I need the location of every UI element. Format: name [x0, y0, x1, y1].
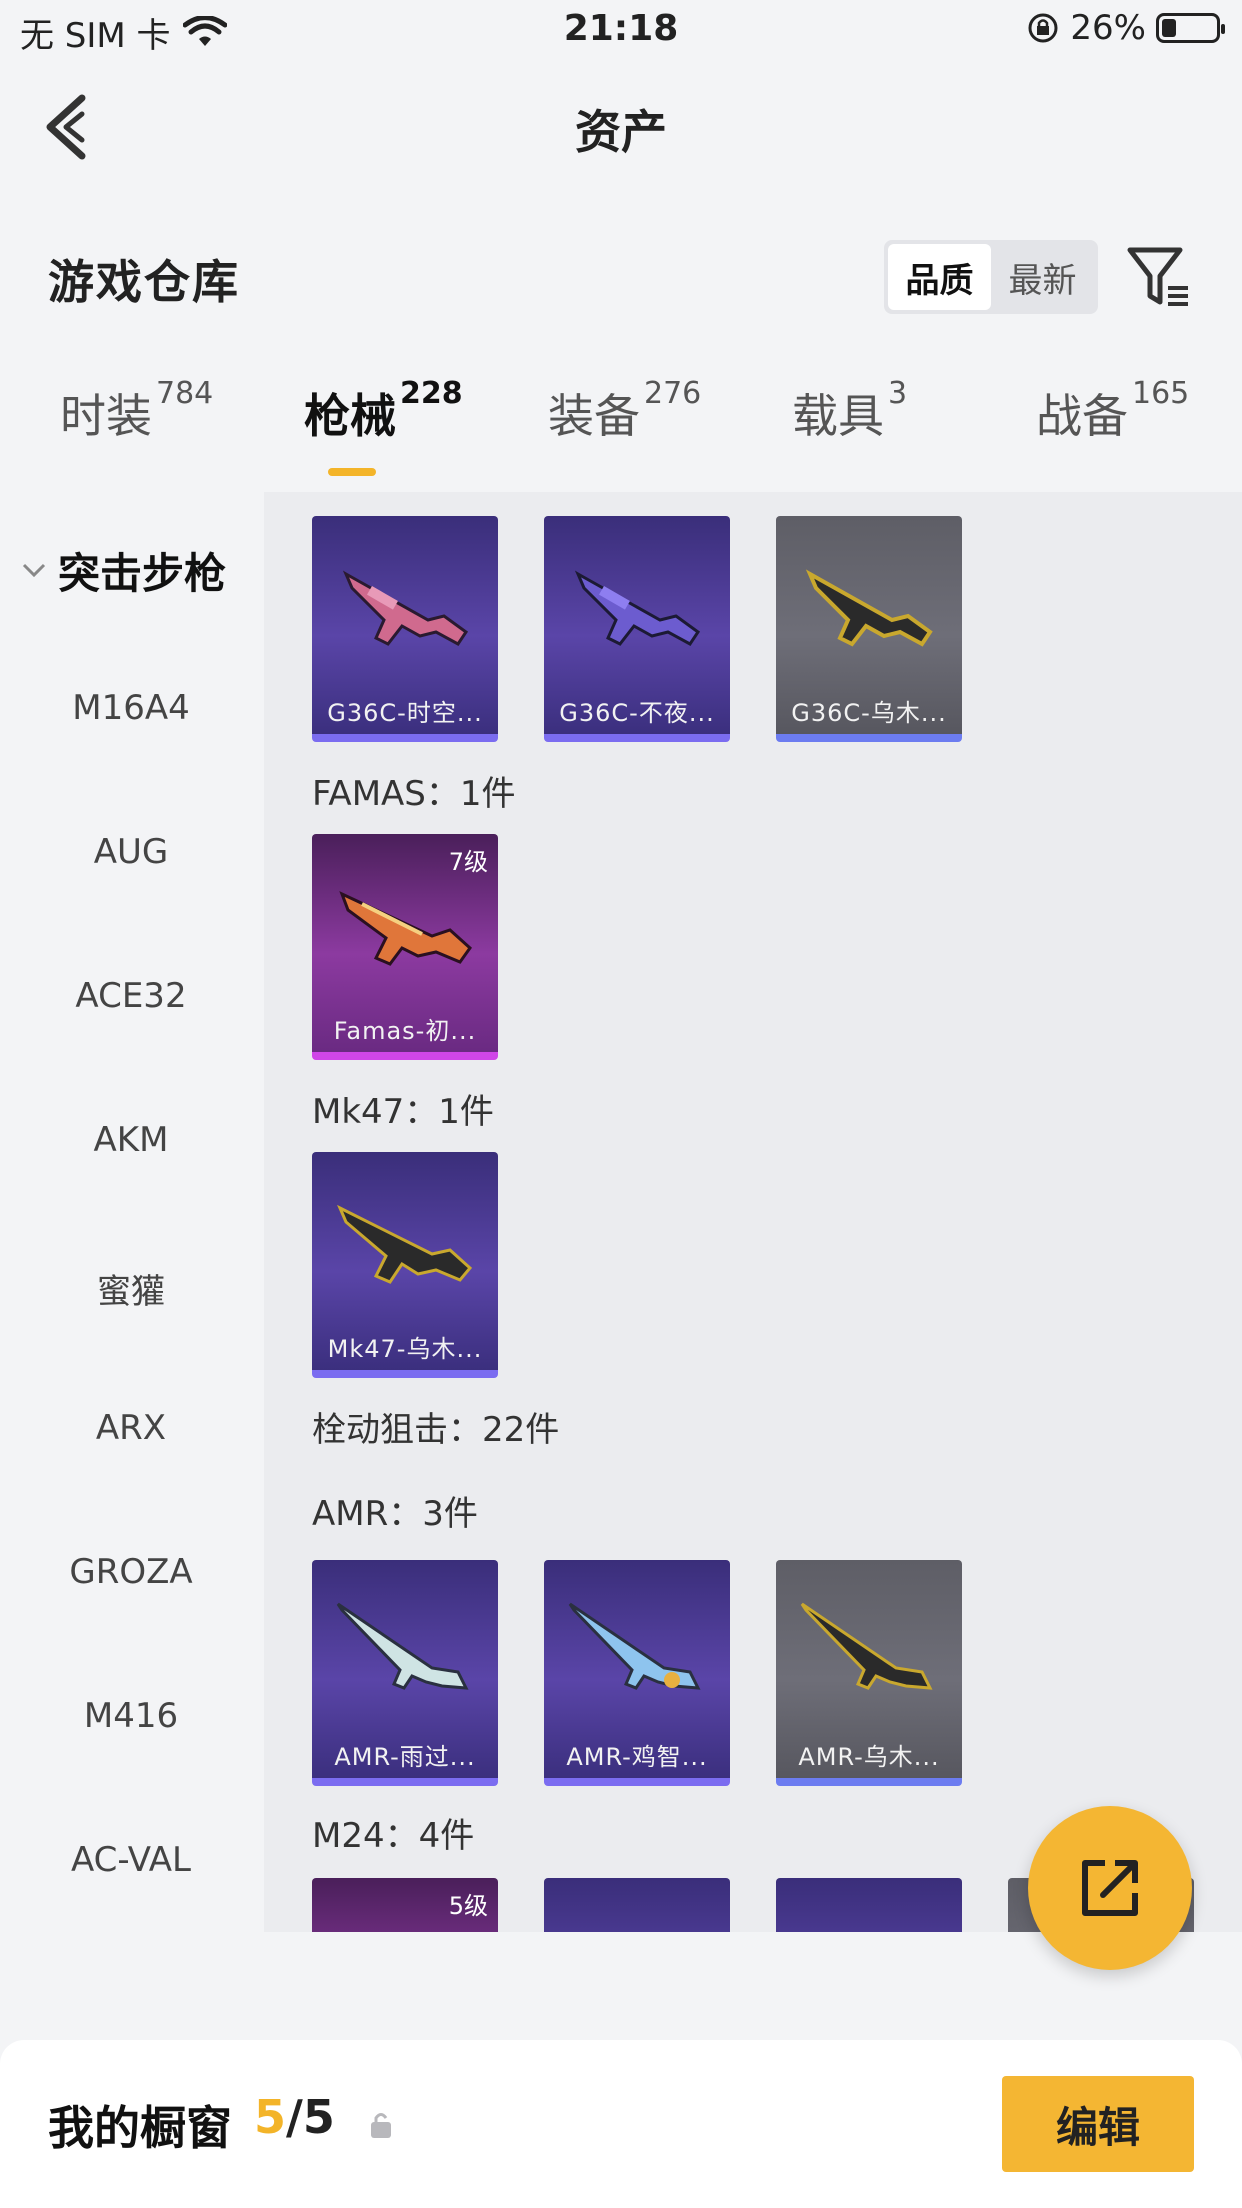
category-tabs: 时装 784 枪械 228 装备 276 载具 3 战备 165: [0, 376, 1242, 490]
weapon-name: G36C-时空...: [327, 699, 483, 727]
sidebar-item-aug[interactable]: AUG: [0, 832, 262, 872]
weapon-card[interactable]: [544, 1878, 730, 1932]
tab-equipment[interactable]: 装备 276: [548, 376, 701, 446]
rifle-icon: [339, 891, 472, 966]
rotation-lock-icon: [1028, 13, 1058, 43]
sidebar-item-honey-badger[interactable]: 蜜獾: [0, 1264, 262, 1313]
weapon-grid: G36C-时空... G36C-不夜... G36C-乌木... FAMAS：1…: [264, 492, 1242, 1932]
warehouse-header: 游戏仓库 品质 最新: [0, 230, 1242, 320]
weapon-card[interactable]: AMR-雨过...: [312, 1560, 498, 1786]
chevron-down-icon: [22, 563, 46, 577]
tab-label: 时装: [60, 389, 152, 443]
showcase-total: /5: [286, 2090, 335, 2144]
sidebar-item-arx[interactable]: ARX: [0, 1408, 262, 1448]
sidebar-group-assault-rifles[interactable]: 突击步枪: [20, 540, 226, 601]
weapon-card[interactable]: AMR-乌木...: [776, 1560, 962, 1786]
tab-count: 3: [888, 376, 908, 411]
weapon-card[interactable]: 7级 Famas-初...: [312, 834, 498, 1060]
amr-group-label: AMR：3件: [312, 1494, 478, 1534]
weapon-name: G36C-乌木...: [791, 699, 947, 727]
weapon-card[interactable]: G36C-乌木...: [776, 516, 962, 742]
share-button[interactable]: [1028, 1806, 1192, 1970]
weapon-card[interactable]: G36C-不夜...: [544, 516, 730, 742]
tab-count: 784: [156, 376, 214, 411]
sidebar-group-label: 突击步枪: [58, 549, 227, 598]
weapon-card[interactable]: AMR-鸡智...: [544, 1560, 730, 1786]
status-right: 26%: [1026, 8, 1225, 48]
showcase-bar: 我的橱窗 5/5 编辑: [0, 2040, 1242, 2208]
rifle-icon: [805, 569, 933, 647]
sniper-rifle-icon: [800, 1602, 933, 1690]
section-title: 游戏仓库: [48, 255, 240, 309]
tab-firearms[interactable]: 枪械 228: [304, 376, 463, 446]
lock-icon: [371, 2113, 391, 2138]
showcase-count: 5/5: [254, 2090, 335, 2144]
weapon-name: Famas-初...: [333, 1017, 477, 1045]
sniper-rifle-icon: [568, 1602, 701, 1690]
sniper-rifle-icon: [336, 1602, 469, 1690]
battery-icon: [1156, 13, 1225, 43]
weapon-name: AMR-乌木...: [798, 1743, 940, 1771]
sidebar-item-akm[interactable]: AKM: [0, 1120, 262, 1160]
share-icon: [1082, 1860, 1138, 1916]
page-title: 资产: [575, 105, 667, 159]
tab-label: 装备: [548, 389, 640, 443]
weapon-name: AMR-鸡智...: [566, 1743, 708, 1771]
sidebar-item-ac-val[interactable]: AC-VAL: [0, 1840, 262, 1880]
weapon-card[interactable]: [776, 1878, 962, 1932]
famas-group-label: FAMAS：1件: [312, 774, 516, 814]
weapon-name: Mk47-乌木...: [327, 1335, 483, 1363]
weapon-card[interactable]: Mk47-乌木...: [312, 1152, 498, 1378]
active-tab-indicator: [328, 468, 376, 476]
tab-fashion[interactable]: 时装 784: [60, 376, 213, 446]
weapon-name: AMR-雨过...: [334, 1743, 476, 1771]
weapon-level: 5级: [448, 1892, 488, 1920]
weapon-name: G36C-不夜...: [559, 699, 715, 727]
weapon-card[interactable]: 5级: [312, 1878, 498, 1932]
tab-label: 战备: [1036, 389, 1128, 443]
status-bar: 无 SIM 卡 21:18 26%: [0, 0, 1242, 64]
rifle-icon: [337, 1204, 473, 1284]
showcase-label: 我的橱窗: [48, 2101, 232, 2155]
sort-toggle: 品质 最新: [884, 240, 1098, 314]
nav-bar: 资产: [0, 64, 1242, 188]
sort-quality-option[interactable]: 品质: [888, 244, 991, 310]
tab-label: 载具: [792, 389, 884, 443]
sidebar-item-groza[interactable]: GROZA: [0, 1552, 262, 1592]
rifle-icon: [342, 570, 469, 646]
battery-level: [1162, 19, 1176, 37]
tab-vehicles[interactable]: 载具 3: [792, 376, 907, 446]
weapon-card[interactable]: G36C-时空...: [312, 516, 498, 742]
weapon-type-sidebar: 突击步枪 M16A4 AUG ACE32 AKM 蜜獾 ARX GROZA M4…: [0, 492, 262, 1932]
sidebar-item-ace32[interactable]: ACE32: [0, 976, 262, 1016]
m24-group-label: M24：4件: [312, 1816, 475, 1856]
tab-combat-gear[interactable]: 战备 165: [1036, 376, 1189, 446]
tab-label: 枪械: [304, 389, 396, 443]
filter-button[interactable]: [1124, 242, 1194, 312]
tab-count: 228: [400, 376, 463, 411]
battery-percent: 26%: [1070, 8, 1146, 48]
sort-newest-option[interactable]: 最新: [991, 244, 1094, 310]
sidebar-item-m16a4[interactable]: M16A4: [0, 688, 262, 728]
sidebar-item-m416[interactable]: M416: [0, 1696, 262, 1736]
tab-count: 276: [644, 376, 702, 411]
showcase-current: 5: [254, 2090, 287, 2144]
mk47-group-label: Mk47：1件: [312, 1092, 494, 1132]
rifle-icon: [574, 570, 701, 646]
edit-button[interactable]: 编辑: [1002, 2076, 1194, 2172]
bolt-action-group-label: 栓动狙击：22件: [312, 1410, 560, 1450]
tab-count: 165: [1132, 376, 1190, 411]
filter-icon: [1127, 247, 1188, 306]
